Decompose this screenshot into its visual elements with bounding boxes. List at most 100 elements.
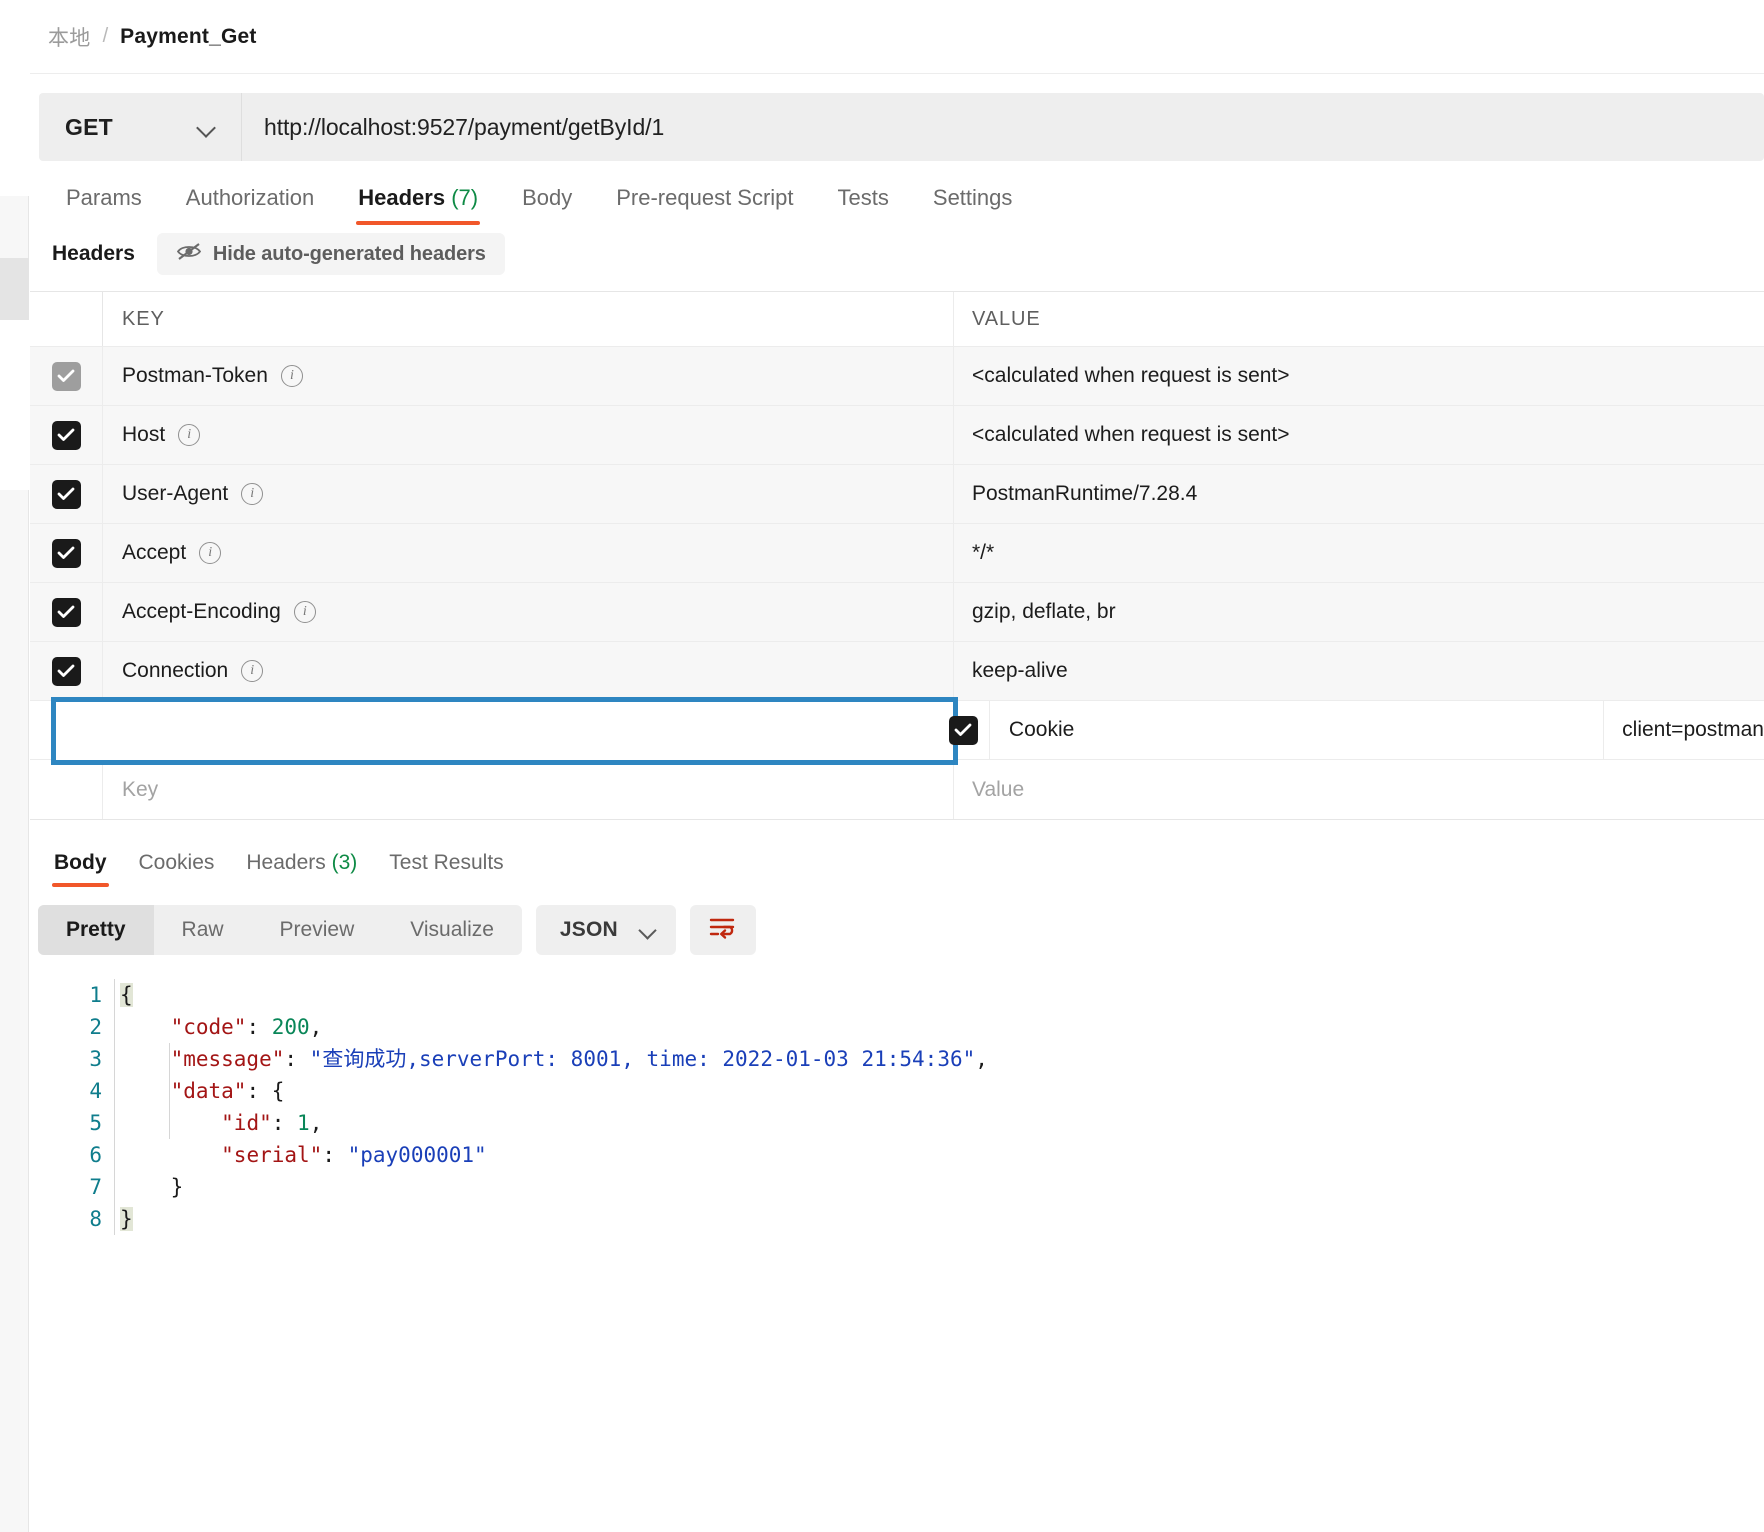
table-row[interactable]: Host i <calculated when request is sent> — [30, 406, 1764, 465]
row-checkbox[interactable] — [52, 598, 81, 627]
view-visualize-button[interactable]: Visualize — [382, 905, 522, 955]
line-number: 1 — [30, 979, 102, 1011]
info-icon[interactable]: i — [241, 660, 263, 682]
rail-active-marker — [0, 258, 29, 320]
header-key-column: KEY — [103, 292, 954, 346]
wrap-lines-button[interactable] — [690, 905, 756, 955]
info-icon[interactable]: i — [199, 542, 221, 564]
response-tab-test-results[interactable]: Test Results — [373, 851, 519, 887]
row-key-cell[interactable]: Postman-Token i — [103, 347, 954, 405]
breadcrumb-folder[interactable]: 本地 — [48, 22, 91, 52]
response-tabs: Body Cookies Headers (3) Test Results — [30, 829, 1764, 887]
row-key-cell[interactable]: User-Agent i — [103, 465, 954, 523]
header-key-text: User-Agent — [122, 482, 228, 506]
new-value-input[interactable]: Value — [954, 760, 1764, 819]
row-value-cell[interactable]: gzip, deflate, br — [954, 583, 1764, 641]
response-language-label: JSON — [560, 918, 618, 942]
new-key-placeholder: Key — [122, 778, 158, 802]
request-tabs: Params Authorization Headers (7) Body Pr… — [30, 161, 1764, 225]
chevron-down-icon — [640, 925, 656, 935]
json-key-serial: "serial" — [221, 1143, 322, 1167]
row-value-cell[interactable]: PostmanRuntime/7.28.4 — [954, 465, 1764, 523]
view-raw-button[interactable]: Raw — [154, 905, 252, 955]
json-value-message: "查询成功,serverPort: 8001, time: 2022-01-03… — [310, 1047, 976, 1071]
tab-tests[interactable]: Tests — [816, 185, 911, 225]
json-value-code: 200 — [272, 1015, 310, 1039]
header-value-text: keep-alive — [972, 659, 1068, 683]
tab-body[interactable]: Body — [500, 185, 594, 225]
info-icon[interactable]: i — [178, 424, 200, 446]
row-value-cell[interactable]: keep-alive — [954, 642, 1764, 700]
rail-top-spacer — [0, 0, 29, 196]
json-value-id: 1 — [297, 1111, 310, 1135]
view-preview-button[interactable]: Preview — [252, 905, 383, 955]
postman-window: 本地 / Payment_Get GET http://localhost:95… — [0, 0, 1764, 1532]
column-header-value: VALUE — [972, 308, 1041, 331]
tab-settings[interactable]: Settings — [911, 185, 1035, 225]
info-icon[interactable]: i — [241, 483, 263, 505]
headers-section-title: Headers — [52, 242, 135, 266]
code-line-6: "serial": "pay000001" — [120, 1139, 988, 1171]
table-row[interactable]: Accept i */* — [30, 524, 1764, 583]
row-checkbox-cell — [30, 760, 103, 819]
row-value-cell[interactable]: client=postman — [1604, 701, 1764, 759]
row-checkbox[interactable] — [949, 716, 978, 745]
json-key-data: "data" — [171, 1079, 247, 1103]
view-pretty-label: Pretty — [66, 918, 126, 942]
table-row[interactable]: User-Agent i PostmanRuntime/7.28.4 — [30, 465, 1764, 524]
tab-authorization[interactable]: Authorization — [164, 185, 336, 225]
row-value-cell[interactable]: <calculated when request is sent> — [954, 347, 1764, 405]
table-row[interactable]: Accept-Encoding i gzip, deflate, br — [30, 583, 1764, 642]
row-checkbox-cell — [937, 701, 989, 759]
row-key-cell[interactable]: Accept-Encoding i — [103, 583, 954, 641]
tab-tests-label: Tests — [838, 185, 889, 210]
header-value-text: PostmanRuntime/7.28.4 — [972, 482, 1197, 506]
row-key-cell[interactable]: Cookie — [990, 701, 1604, 759]
url-input[interactable]: http://localhost:9527/payment/getById/1 — [242, 93, 1764, 161]
row-value-cell[interactable]: <calculated when request is sent> — [954, 406, 1764, 464]
row-key-cell[interactable]: Host i — [103, 406, 954, 464]
header-value-text: client=postman — [1622, 718, 1764, 742]
line-number: 8 — [30, 1203, 102, 1235]
table-row[interactable]: Connection i keep-alive — [30, 642, 1764, 701]
json-brace-close: } — [120, 1207, 133, 1231]
tab-headers[interactable]: Headers (7) — [336, 185, 500, 225]
response-body-viewer[interactable]: 1 2 3 4 5 6 7 8 { "code": 200, "message"… — [30, 979, 1764, 1235]
json-value-serial: "pay000001" — [348, 1143, 487, 1167]
table-row[interactable]: Postman-Token i <calculated when request… — [30, 347, 1764, 406]
view-pretty-button[interactable]: Pretty — [38, 905, 154, 955]
http-method-select[interactable]: GET — [39, 93, 242, 161]
request-pane: 本地 / Payment_Get GET http://localhost:95… — [30, 0, 1764, 1532]
table-row-cookie[interactable]: Cookie client=postman — [30, 701, 1764, 760]
tab-params[interactable]: Params — [44, 185, 164, 225]
tab-body-label: Body — [522, 185, 572, 210]
json-key-code: "code" — [171, 1015, 247, 1039]
row-checkbox[interactable] — [52, 539, 81, 568]
row-key-cell[interactable]: Connection i — [103, 642, 954, 700]
tab-authorization-label: Authorization — [186, 185, 314, 210]
code-line-4: "data": { — [120, 1075, 988, 1107]
response-tab-cookies[interactable]: Cookies — [123, 851, 231, 887]
view-raw-label: Raw — [182, 918, 224, 942]
breadcrumb: 本地 / Payment_Get — [30, 0, 1764, 74]
response-language-select[interactable]: JSON — [536, 905, 676, 955]
response-tab-body[interactable]: Body — [38, 851, 123, 887]
row-checkbox[interactable] — [52, 480, 81, 509]
row-key-cell[interactable]: Accept i — [103, 524, 954, 582]
line-number-gutter: 1 2 3 4 5 6 7 8 — [30, 979, 106, 1235]
row-value-cell[interactable]: */* — [954, 524, 1764, 582]
row-checkbox[interactable] — [52, 362, 81, 391]
tab-pre-request-script[interactable]: Pre-request Script — [594, 185, 815, 225]
code-line-2: "code": 200, — [120, 1011, 988, 1043]
breadcrumb-separator: / — [103, 25, 109, 48]
row-checkbox[interactable] — [52, 657, 81, 686]
response-tab-headers[interactable]: Headers (3) — [230, 851, 373, 887]
new-key-input[interactable]: Key — [103, 760, 954, 819]
table-row-new[interactable]: Key Value — [30, 760, 1764, 819]
line-number: 5 — [30, 1107, 102, 1139]
hide-auto-generated-headers-button[interactable]: Hide auto-generated headers — [157, 233, 505, 275]
row-checkbox[interactable] — [52, 421, 81, 450]
info-icon[interactable]: i — [281, 365, 303, 387]
code-line-3: "message": "查询成功,serverPort: 8001, time:… — [120, 1043, 988, 1075]
info-icon[interactable]: i — [294, 601, 316, 623]
